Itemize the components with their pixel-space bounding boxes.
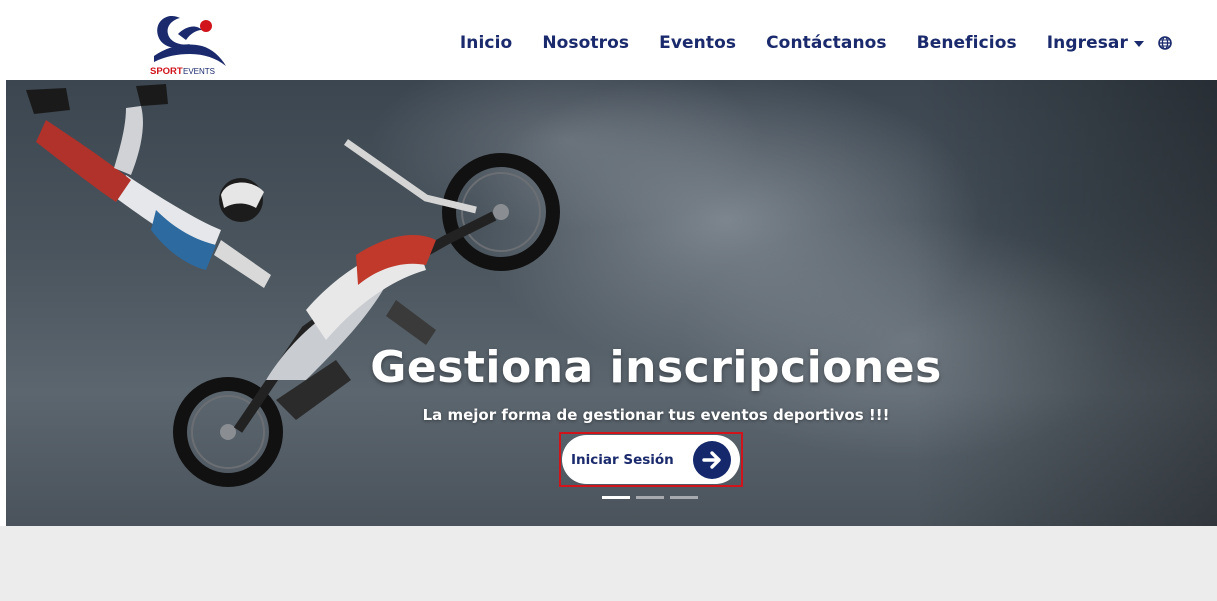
hero-carousel: Gestiona inscripciones La mejor forma de… xyxy=(6,80,1217,526)
logo-text-sport: SPORT xyxy=(150,66,183,76)
hero-subtitle: La mejor forma de gestionar tus eventos … xyxy=(422,406,890,424)
nav-item-beneficios[interactable]: Beneficios xyxy=(917,33,1017,53)
carousel-indicators xyxy=(602,496,704,499)
hero-title: Gestiona inscripciones xyxy=(370,342,942,393)
sportevents-logo[interactable]: SPORT EVENTS xyxy=(140,4,232,76)
logo-text-events: EVENTS xyxy=(183,67,215,76)
caret-down-icon xyxy=(1134,41,1144,47)
carousel-indicator-3[interactable] xyxy=(670,496,698,499)
carousel-indicator-1[interactable] xyxy=(602,496,630,499)
carousel-indicator-2[interactable] xyxy=(636,496,664,499)
arrow-right-circle-icon xyxy=(693,441,731,479)
login-button[interactable]: Iniciar Sesión xyxy=(562,435,740,484)
nav-item-eventos[interactable]: Eventos xyxy=(659,33,736,53)
main-nav: Inicio Nosotros Eventos Contáctanos Bene… xyxy=(460,30,1172,56)
nav-item-contactanos[interactable]: Contáctanos xyxy=(766,33,887,53)
content-section-background xyxy=(0,526,1217,601)
nav-item-nosotros[interactable]: Nosotros xyxy=(542,33,629,53)
nav-item-ingresar-dropdown[interactable]: Ingresar xyxy=(1047,33,1144,53)
nav-item-inicio[interactable]: Inicio xyxy=(460,33,512,53)
login-button-label: Iniciar Sesión xyxy=(571,451,674,468)
nav-item-ingresar-label: Ingresar xyxy=(1046,33,1128,53)
globe-icon[interactable] xyxy=(1158,36,1172,50)
site-header: SPORT EVENTS Inicio Nosotros Eventos Con… xyxy=(0,0,1217,80)
page: SPORT EVENTS Inicio Nosotros Eventos Con… xyxy=(0,0,1217,601)
